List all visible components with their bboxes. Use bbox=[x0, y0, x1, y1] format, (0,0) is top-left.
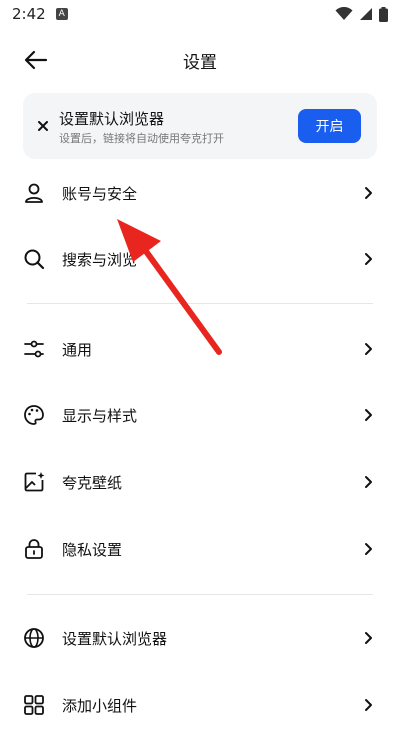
wifi-icon bbox=[335, 7, 353, 20]
chevron-right-icon bbox=[365, 632, 372, 644]
chevron-right-icon bbox=[365, 476, 372, 488]
enable-default-browser-button[interactable]: 开启 bbox=[298, 109, 361, 143]
menu-item-label: 添加小组件 bbox=[62, 696, 138, 715]
chevron-right-icon bbox=[365, 187, 372, 199]
page-title: 设置 bbox=[183, 52, 217, 73]
status-time: 2:42 bbox=[12, 5, 46, 23]
banner-close-button[interactable] bbox=[33, 116, 53, 136]
close-icon bbox=[38, 121, 48, 131]
section-divider bbox=[27, 303, 373, 304]
user-icon bbox=[22, 181, 46, 205]
menu-item-search-browse[interactable]: 搜索与浏览 bbox=[0, 234, 400, 284]
globe-icon bbox=[22, 626, 46, 650]
menu-item-account-security[interactable]: 账号与安全 bbox=[0, 168, 400, 218]
sliders-icon bbox=[22, 337, 46, 361]
banner-title: 设置默认浏览器 bbox=[59, 110, 165, 128]
widget-icon bbox=[22, 693, 46, 717]
default-browser-banner: 设置默认浏览器 设置后，链接将自动使用夸克打开 开启 bbox=[23, 93, 377, 159]
menu-item-privacy[interactable]: 隐私设置 bbox=[0, 524, 400, 574]
signal-icon bbox=[360, 8, 372, 20]
menu-item-label: 搜索与浏览 bbox=[62, 250, 138, 269]
menu-item-add-widget[interactable]: 添加小组件 bbox=[0, 680, 400, 730]
menu-item-label: 隐私设置 bbox=[62, 540, 123, 559]
menu-item-default-browser[interactable]: 设置默认浏览器 bbox=[0, 613, 400, 663]
menu-item-general[interactable]: 通用 bbox=[0, 324, 400, 374]
menu-item-label: 显示与样式 bbox=[62, 406, 138, 425]
status-bar: 2:42 A bbox=[0, 0, 400, 28]
menu-item-wallpaper[interactable]: 夸克壁纸 bbox=[0, 457, 400, 507]
app-notification-icon: A bbox=[55, 8, 68, 20]
palette-icon bbox=[22, 403, 46, 427]
chevron-right-icon bbox=[365, 343, 372, 355]
banner-subtitle: 设置后，链接将自动使用夸克打开 bbox=[59, 132, 224, 145]
chevron-right-icon bbox=[365, 543, 372, 555]
wallpaper-icon bbox=[22, 470, 46, 494]
menu-item-display-style[interactable]: 显示与样式 bbox=[0, 390, 400, 440]
chevron-right-icon bbox=[365, 253, 372, 265]
back-arrow-icon bbox=[24, 50, 48, 70]
menu-item-label: 账号与安全 bbox=[62, 184, 138, 203]
header-bar: 设置 bbox=[0, 40, 400, 80]
menu-item-label: 通用 bbox=[62, 340, 93, 359]
section-divider bbox=[27, 594, 373, 595]
chevron-right-icon bbox=[365, 409, 372, 421]
menu-item-label: 设置默认浏览器 bbox=[62, 629, 168, 648]
lock-icon bbox=[22, 537, 46, 561]
menu-item-label: 夸克壁纸 bbox=[62, 473, 123, 492]
battery-icon bbox=[379, 6, 388, 22]
search-icon bbox=[22, 247, 46, 271]
back-button[interactable] bbox=[22, 48, 50, 72]
